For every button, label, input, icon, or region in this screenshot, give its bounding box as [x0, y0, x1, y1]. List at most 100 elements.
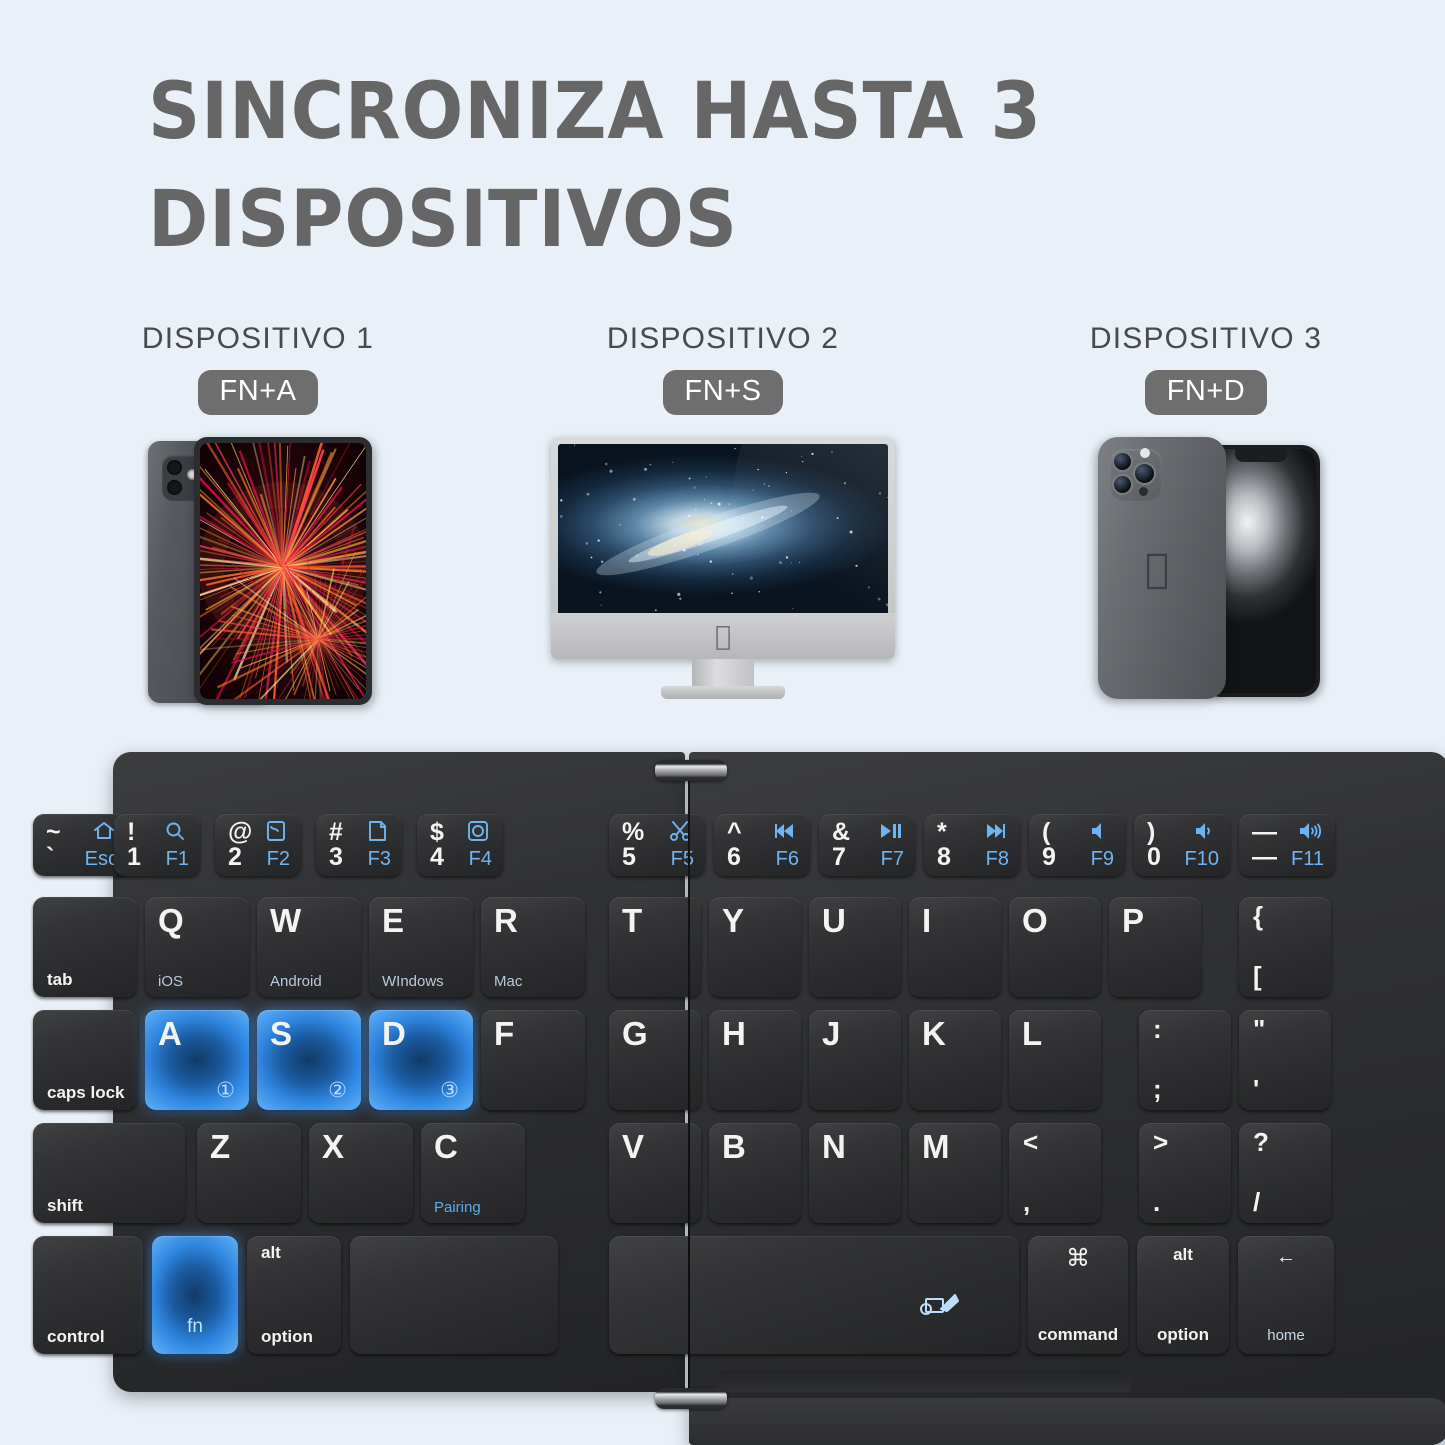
key-j[interactable]: J: [809, 1010, 901, 1110]
key-label: F: [494, 1017, 514, 1050]
key-caps-lock[interactable]: caps lock: [33, 1010, 137, 1110]
key-symbol-top: %: [622, 820, 644, 845]
key-f4[interactable]: $4 F4: [417, 814, 503, 876]
key-label: S: [270, 1017, 292, 1050]
key-symbol-bottom: —: [1252, 845, 1277, 870]
key-tab[interactable]: tab: [33, 897, 137, 997]
pointer-icon: [917, 1287, 963, 1326]
key-shift[interactable]: shift: [33, 1123, 185, 1223]
key-label: U: [822, 904, 846, 937]
iphone-notch: [1235, 449, 1287, 462]
key-z[interactable]: Z: [197, 1123, 301, 1223]
key-symbol-top: &: [832, 820, 850, 845]
key-quote[interactable]: " ': [1239, 1010, 1331, 1110]
key-i[interactable]: I: [909, 897, 1001, 997]
key-w[interactable]: W Android: [257, 897, 361, 997]
key-home[interactable]: ← home: [1238, 1236, 1334, 1354]
key-command[interactable]: ⌘ command: [1028, 1236, 1128, 1354]
key-symbol-top: alt: [261, 1244, 281, 1261]
volume-up-icon: [1298, 819, 1322, 847]
device-1-shortcut-badge: FN+A: [198, 370, 319, 415]
hinge-top: [655, 760, 727, 781]
apple-logo-icon: : [1145, 549, 1169, 589]
key-label: Z: [210, 1130, 230, 1163]
key-e[interactable]: E WIndows: [369, 897, 473, 997]
key-device-number: ③: [440, 1080, 459, 1101]
key-f8[interactable]: * 8 F8: [924, 814, 1020, 876]
key-os-label: Android: [270, 974, 322, 989]
key-f9[interactable]: (9 F9: [1029, 814, 1125, 876]
key-symbol-top: >: [1153, 1129, 1168, 1155]
key-symbol-bottom: 2: [228, 845, 242, 870]
key-fn-label: Esc: [85, 849, 118, 869]
key-n[interactable]: N: [809, 1123, 901, 1223]
key-l[interactable]: L: [1009, 1010, 1101, 1110]
hinge-bottom: [655, 1388, 727, 1409]
key-symbol-bottom: 1: [127, 845, 141, 870]
key-symbol-top: @: [228, 820, 252, 845]
key-symbol-bottom: option: [261, 1328, 313, 1345]
key-symbol-top: ): [1147, 820, 1155, 845]
key-o[interactable]: O: [1009, 897, 1101, 997]
key-symbol-bottom: ,: [1023, 1189, 1030, 1215]
key-f5[interactable]: % 5 F5: [609, 814, 705, 876]
key-label: A: [158, 1017, 182, 1050]
key-f6[interactable]: ^ 6 F6: [714, 814, 810, 876]
home-icon: [92, 819, 116, 847]
key-fn[interactable]: fn: [152, 1236, 238, 1354]
key-semicolon[interactable]: :;: [1139, 1010, 1231, 1110]
key-control[interactable]: control: [33, 1236, 143, 1354]
key-q[interactable]: QiOS: [145, 897, 249, 997]
key-f2[interactable]: @2 F2: [215, 814, 301, 876]
key-y[interactable]: Y: [709, 897, 801, 997]
key-a[interactable]: A①: [145, 1010, 249, 1110]
key-symbol-bottom: 5: [622, 845, 636, 870]
key-slash[interactable]: ? /: [1239, 1123, 1331, 1223]
key-symbol-bottom: 4: [430, 845, 444, 870]
key-h[interactable]: H: [709, 1010, 801, 1110]
key-label: P: [1122, 904, 1144, 937]
key-d[interactable]: D③: [369, 1010, 473, 1110]
key-label: V: [622, 1130, 644, 1163]
key-f7[interactable]: & 7 F7: [819, 814, 915, 876]
key-f1[interactable]: ! 1 F1: [114, 814, 200, 876]
key-device-number: ②: [328, 1080, 347, 1101]
key-symbol-bottom: ': [1253, 1076, 1259, 1102]
key-label: O: [1022, 904, 1048, 937]
key-symbol-bottom: 8: [937, 845, 951, 870]
key-space[interactable]: [609, 1236, 1019, 1354]
key-label: H: [722, 1017, 746, 1050]
key-c[interactable]: C Pairing: [421, 1123, 525, 1223]
key-symbol-top: :: [1153, 1016, 1162, 1042]
key-r[interactable]: R Mac: [481, 897, 585, 997]
key-b[interactable]: B: [709, 1123, 801, 1223]
key-f10[interactable]: ) 0 F10: [1134, 814, 1230, 876]
key-alt-option-left[interactable]: alt option: [247, 1236, 341, 1354]
key-bracket-left[interactable]: {[: [1239, 897, 1331, 997]
key-m[interactable]: M: [909, 1123, 1001, 1223]
key-x[interactable]: X: [309, 1123, 413, 1223]
key-period[interactable]: >.: [1139, 1123, 1231, 1223]
key-f3[interactable]: #3 F3: [316, 814, 402, 876]
key-k[interactable]: K: [909, 1010, 1001, 1110]
key-p[interactable]: P: [1109, 897, 1201, 997]
page-title: SINCRONIZA HASTA 3 DISPOSITIVOS: [148, 58, 1171, 274]
iphone-illustration: : [1090, 437, 1322, 705]
key-alt-option-right[interactable]: alt option: [1137, 1236, 1229, 1354]
play-pause-icon: [878, 819, 902, 847]
key-f11[interactable]: — — F11: [1239, 814, 1335, 876]
key-label: Q: [158, 904, 184, 937]
key-label: B: [722, 1130, 746, 1163]
key-fn-label: F1: [166, 849, 189, 869]
key-label: L: [1022, 1017, 1042, 1050]
key-s[interactable]: S②: [257, 1010, 361, 1110]
key-comma[interactable]: <,: [1009, 1123, 1101, 1223]
key-os-label: WIndows: [382, 974, 444, 989]
key-f[interactable]: F: [481, 1010, 585, 1110]
next-track-icon: [983, 819, 1007, 847]
search-icon: [163, 819, 187, 847]
key-blank-left[interactable]: [350, 1236, 558, 1354]
key-u[interactable]: U: [809, 897, 901, 997]
foldable-keyboard: ~ ` Esc! 1 F1 @2 F2 #3 F3 $4 F4% 5 F5 ^ 6 F6 & 7 F7 * 8 F8 (9 F…: [0, 752, 1445, 1445]
key-label: T: [622, 904, 642, 937]
